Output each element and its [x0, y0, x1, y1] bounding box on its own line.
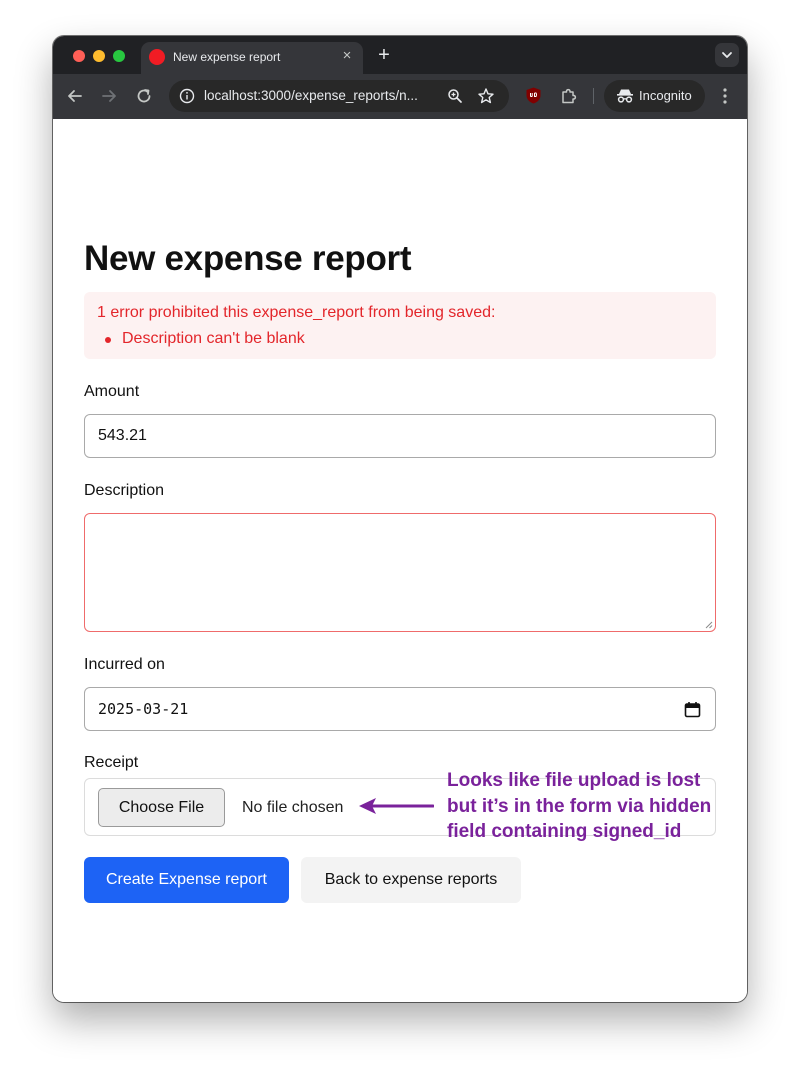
toolbar-divider	[593, 88, 594, 104]
description-textarea[interactable]	[84, 513, 716, 632]
amount-value: 543.21	[98, 427, 147, 444]
address-bar[interactable]: localhost:3000/expense_reports/n...	[169, 80, 509, 112]
amount-label: Amount	[84, 383, 140, 400]
error-heading: 1 error prohibited this expense_report f…	[97, 304, 496, 321]
extensions-icon[interactable]	[559, 86, 579, 106]
back-to-expense-reports-link[interactable]: Back to expense reports	[301, 857, 521, 903]
amount-input[interactable]: 543.21	[84, 414, 716, 458]
zoom-window-button[interactable]	[113, 50, 125, 62]
incurred-on-date-input[interactable]: 2025-03-21	[84, 687, 716, 731]
forward-icon[interactable]	[99, 86, 119, 106]
description-label: Description	[84, 482, 165, 499]
chevron-down-icon	[722, 52, 732, 58]
page-title: New expense report	[84, 239, 412, 278]
incognito-label: Incognito	[639, 88, 692, 103]
tab-title: New expense report	[173, 50, 281, 64]
incognito-icon	[617, 89, 633, 103]
page-content: New expense report 1 error prohibited th…	[53, 119, 747, 1002]
incurred-on-label: Incurred on	[84, 656, 165, 673]
annotation-arrow-icon	[359, 798, 434, 814]
favicon-icon	[149, 49, 165, 65]
site-info-icon[interactable]	[179, 88, 195, 104]
bookmark-star-icon[interactable]	[477, 87, 495, 105]
calendar-icon[interactable]	[684, 701, 701, 718]
error-summary: 1 error prohibited this expense_report f…	[84, 292, 716, 359]
receipt-label: Receipt	[84, 754, 139, 771]
error-bullet	[105, 337, 111, 343]
annotation-line: but it’s in the form via hidden	[447, 795, 712, 817]
resize-handle-icon[interactable]	[705, 621, 713, 629]
url-text[interactable]: localhost:3000/expense_reports/n...	[204, 88, 418, 103]
reload-icon[interactable]	[134, 86, 154, 106]
incognito-indicator[interactable]: Incognito	[604, 80, 705, 112]
back-icon[interactable]	[65, 86, 85, 106]
tab-close-icon[interactable]: ×	[339, 48, 355, 64]
ublock-extension-icon[interactable]	[526, 87, 541, 104]
incurred-on-value: 2025-03-21	[98, 700, 189, 718]
annotation-line: field containing signed_id	[447, 821, 682, 842]
choose-file-button[interactable]: Choose File	[98, 788, 225, 827]
tab-strip: New expense report × +	[53, 36, 747, 74]
file-status: No file chosen	[242, 799, 344, 816]
tab-new-expense-report[interactable]: New expense report ×	[141, 42, 363, 74]
annotation-note: Looks like file upload is lost but it’s …	[447, 768, 747, 845]
create-expense-report-button[interactable]: Create Expense report	[84, 857, 289, 903]
browser-window: New expense report × + localhost:3000/ex…	[53, 36, 747, 1002]
error-item: Description can't be blank	[122, 330, 305, 347]
close-window-button[interactable]	[73, 50, 85, 62]
browser-toolbar: localhost:3000/expense_reports/n... Inco…	[53, 74, 747, 119]
tab-search-button[interactable]	[715, 43, 739, 67]
annotation-line: Looks like file upload is lost	[447, 770, 701, 791]
minimize-window-button[interactable]	[93, 50, 105, 62]
zoom-icon[interactable]	[447, 88, 463, 104]
new-tab-button[interactable]: +	[373, 44, 395, 66]
more-menu-icon[interactable]	[717, 86, 733, 106]
